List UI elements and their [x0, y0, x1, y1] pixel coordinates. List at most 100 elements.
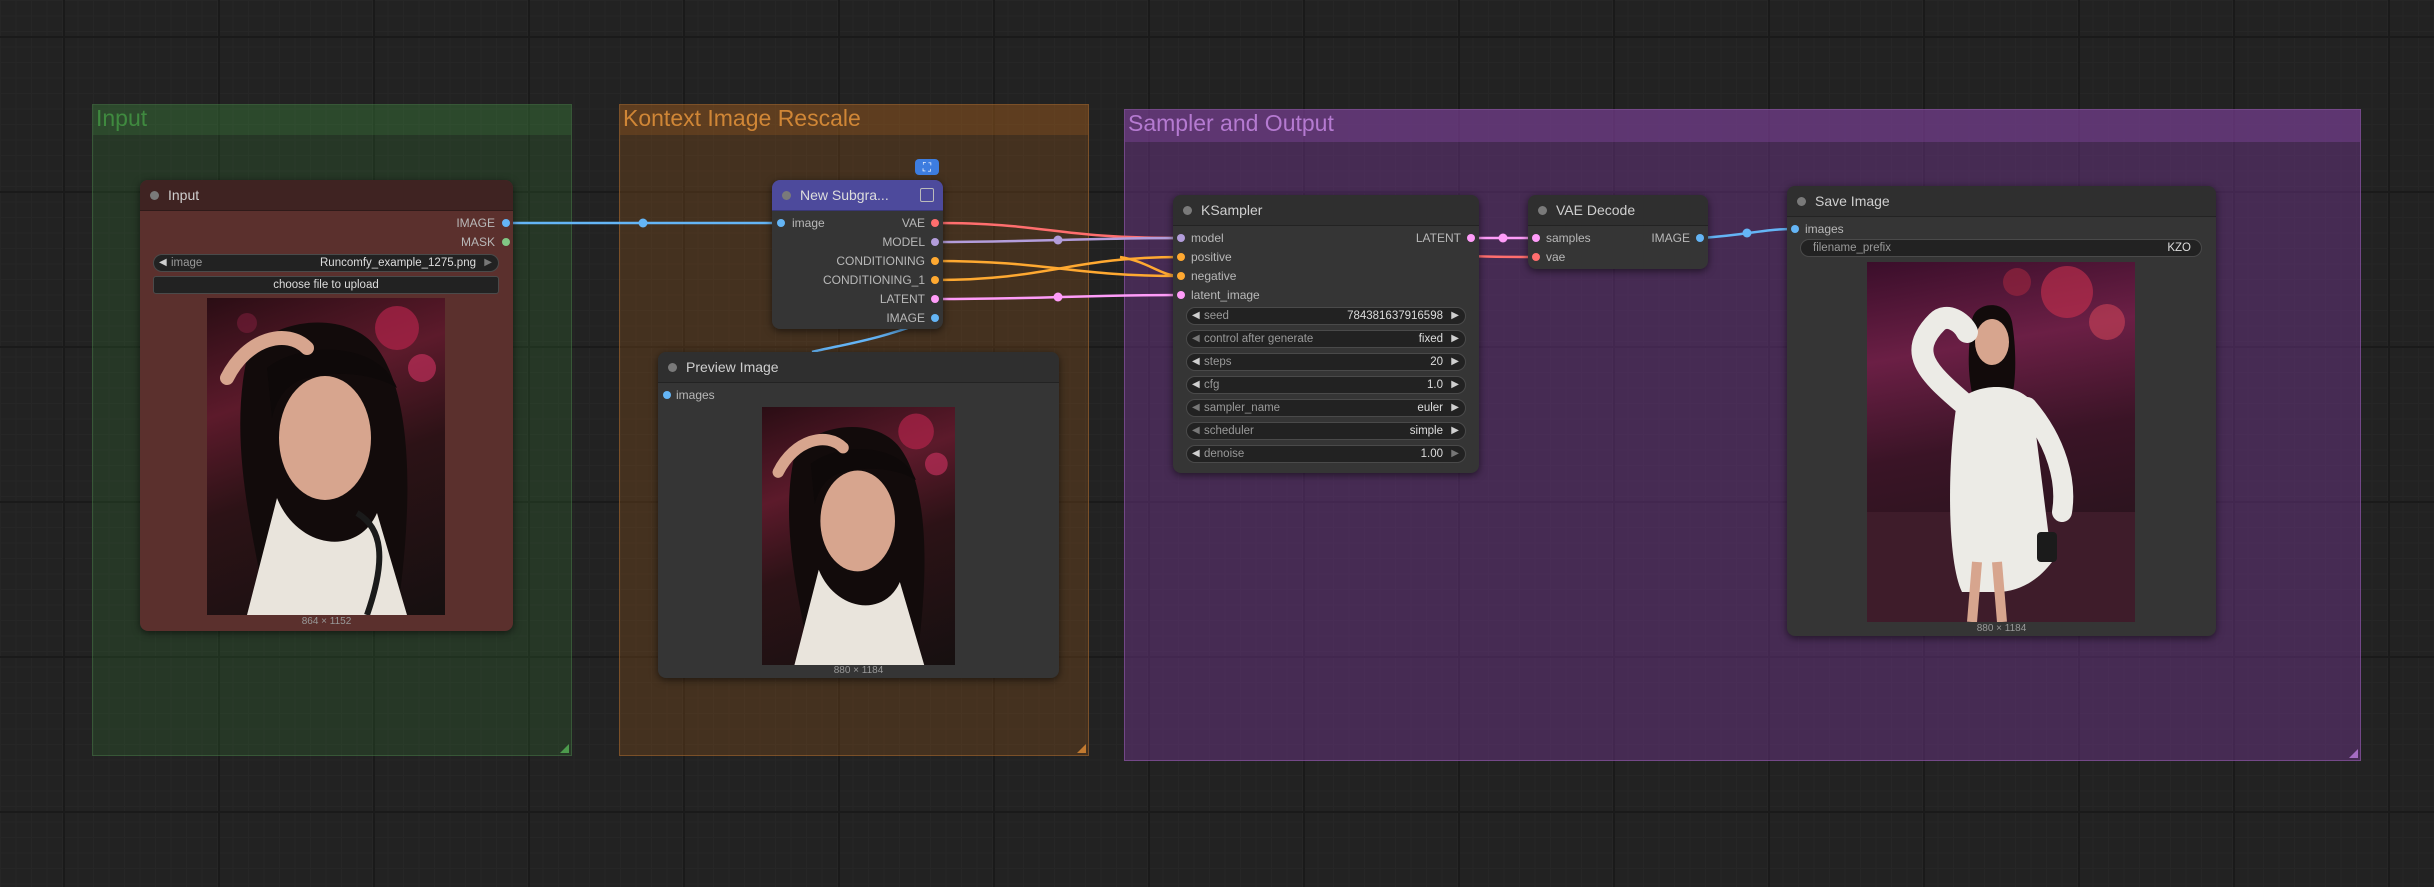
widget-name: steps	[1204, 356, 1232, 368]
output-image-slot[interactable]	[931, 314, 939, 322]
filename-prefix-widget[interactable]: filename_prefix KZO	[1800, 239, 2202, 257]
node-input[interactable]: Input IMAGE MASK ◀ image Runcomfy_exampl…	[140, 180, 513, 631]
cfg-widget[interactable]: ◀ cfg 1.0 ▶	[1186, 376, 1466, 394]
input-samples-slot[interactable]	[1532, 234, 1540, 242]
arrow-right-icon[interactable]: ▶	[1451, 356, 1459, 367]
group-title[interactable]: Input	[96, 105, 147, 132]
node-new-subgraph[interactable]: New Subgra... image VAE MODEL CONDITIONI…	[772, 180, 943, 329]
widget-value: 1.00	[1420, 448, 1443, 460]
arrow-right-icon[interactable]: ▶	[1451, 310, 1459, 321]
input-positive-label: positive	[1191, 250, 1232, 264]
arrow-left-icon[interactable]: ◀	[1192, 333, 1200, 344]
node-preview-image[interactable]: Preview Image images 880 × 1184	[658, 352, 1059, 678]
resize-handle[interactable]	[2349, 749, 2358, 758]
open-subgraph-icon[interactable]	[920, 188, 934, 202]
scheduler-widget[interactable]: ◀ scheduler simple ▶	[1186, 422, 1466, 440]
steps-widget[interactable]: ◀ steps 20 ▶	[1186, 353, 1466, 371]
control-after-generate-widget[interactable]: ◀ control after generate fixed ▶	[1186, 330, 1466, 348]
arrow-left-icon[interactable]: ◀	[1192, 356, 1200, 367]
output-latent-label: LATENT	[1415, 231, 1461, 245]
collapse-dot-icon[interactable]	[1538, 206, 1547, 215]
input-latent-image-slot[interactable]	[1177, 291, 1185, 299]
widget-name: denoise	[1204, 448, 1245, 460]
image-size-caption: 880 × 1184	[833, 665, 884, 676]
input-model-label: model	[1191, 231, 1224, 245]
input-images-slot[interactable]	[1791, 225, 1799, 233]
arrow-right-icon[interactable]: ▶	[1451, 425, 1459, 436]
output-image-label: IMAGE	[886, 311, 925, 325]
collapse-dot-icon[interactable]	[782, 191, 791, 200]
input-model-slot[interactable]	[1177, 234, 1185, 242]
denoise-widget[interactable]: ◀ denoise 1.00 ▶	[1186, 445, 1466, 463]
output-latent-label: LATENT	[879, 292, 925, 306]
node-titlebar[interactable]: VAE Decode	[1528, 195, 1708, 226]
arrow-right-icon[interactable]: ▶	[484, 257, 492, 268]
output-latent-slot[interactable]	[1467, 234, 1475, 242]
output-conditioning-slot[interactable]	[931, 257, 939, 265]
widget-value: fixed	[1418, 333, 1443, 345]
output-image-slot[interactable]	[502, 219, 510, 227]
output-vae-slot[interactable]	[931, 219, 939, 227]
output-model-label: MODEL	[882, 235, 925, 249]
portrait-illustration	[1867, 266, 2135, 622]
output-conditioning-1-label: CONDITIONING_1	[822, 273, 925, 287]
node-titlebar[interactable]: KSampler	[1173, 195, 1479, 226]
input-image-label: image	[792, 216, 825, 230]
input-negative-slot[interactable]	[1177, 272, 1185, 280]
node-save-image[interactable]: Save Image images filename_prefix KZO 88…	[1787, 186, 2216, 636]
output-model-slot[interactable]	[931, 238, 939, 246]
node-titlebar[interactable]: Save Image	[1787, 186, 2216, 217]
input-image-slot[interactable]	[777, 219, 785, 227]
node-vae-decode[interactable]: VAE Decode samples vae IMAGE	[1528, 195, 1708, 269]
group-title[interactable]: Kontext Image Rescale	[623, 105, 861, 132]
portrait-illustration	[772, 413, 948, 665]
image-combo-widget[interactable]: ◀ image Runcomfy_example_1275.png ▶	[153, 254, 499, 272]
node-ksampler[interactable]: KSampler model positive negative latent_…	[1173, 195, 1479, 473]
arrow-left-icon[interactable]: ◀	[1192, 379, 1200, 390]
node-title: Save Image	[1815, 193, 1890, 209]
resize-handle[interactable]	[1077, 744, 1086, 753]
group-title[interactable]: Sampler and Output	[1128, 110, 1334, 137]
node-titlebar[interactable]: New Subgra...	[772, 180, 943, 211]
collapse-dot-icon[interactable]	[1797, 197, 1806, 206]
arrow-left-icon[interactable]: ◀	[1192, 402, 1200, 413]
widget-value: euler	[1417, 402, 1443, 414]
preview-image	[762, 407, 955, 665]
resize-handle[interactable]	[560, 744, 569, 753]
subgraph-badge-icon[interactable]: ⛶	[915, 159, 939, 175]
arrow-right-icon[interactable]: ▶	[1451, 379, 1459, 390]
arrow-left-icon[interactable]: ◀	[1192, 425, 1200, 436]
image-size-caption: 864 × 1152	[301, 616, 352, 627]
collapse-dot-icon[interactable]	[1183, 206, 1192, 215]
node-titlebar[interactable]: Preview Image	[658, 352, 1059, 383]
arrow-left-icon[interactable]: ◀	[1192, 448, 1200, 459]
output-mask-slot[interactable]	[502, 238, 510, 246]
arrow-left-icon[interactable]: ◀	[159, 257, 167, 268]
output-conditioning-label: CONDITIONING	[836, 254, 925, 268]
widget-name: filename_prefix	[1813, 242, 1891, 254]
node-titlebar[interactable]: Input	[140, 180, 513, 211]
upload-button[interactable]: choose file to upload	[153, 276, 499, 294]
arrow-right-icon[interactable]: ▶	[1451, 448, 1459, 459]
output-image-slot[interactable]	[1696, 234, 1704, 242]
input-positive-slot[interactable]	[1177, 253, 1185, 261]
sampler-name-widget[interactable]: ◀ sampler_name euler ▶	[1186, 399, 1466, 417]
input-image-preview	[207, 298, 445, 615]
widget-name: cfg	[1204, 379, 1220, 391]
output-image-label: IMAGE	[456, 216, 495, 230]
seed-widget[interactable]: ◀ seed 784381637916598 ▶	[1186, 307, 1466, 325]
widget-value: 784381637916598	[1347, 310, 1443, 322]
arrow-left-icon[interactable]: ◀	[1192, 310, 1200, 321]
widget-name: seed	[1204, 310, 1229, 322]
collapse-dot-icon[interactable]	[668, 363, 677, 372]
arrow-right-icon[interactable]: ▶	[1451, 333, 1459, 344]
input-samples-label: samples	[1546, 231, 1591, 245]
input-vae-slot[interactable]	[1532, 253, 1540, 261]
collapse-dot-icon[interactable]	[150, 191, 159, 200]
output-latent-slot[interactable]	[931, 295, 939, 303]
widget-name: sampler_name	[1204, 402, 1281, 414]
arrow-right-icon[interactable]: ▶	[1451, 402, 1459, 413]
input-images-slot[interactable]	[663, 391, 671, 399]
widget-value: KZO	[2167, 242, 2191, 254]
output-conditioning-1-slot[interactable]	[931, 276, 939, 284]
